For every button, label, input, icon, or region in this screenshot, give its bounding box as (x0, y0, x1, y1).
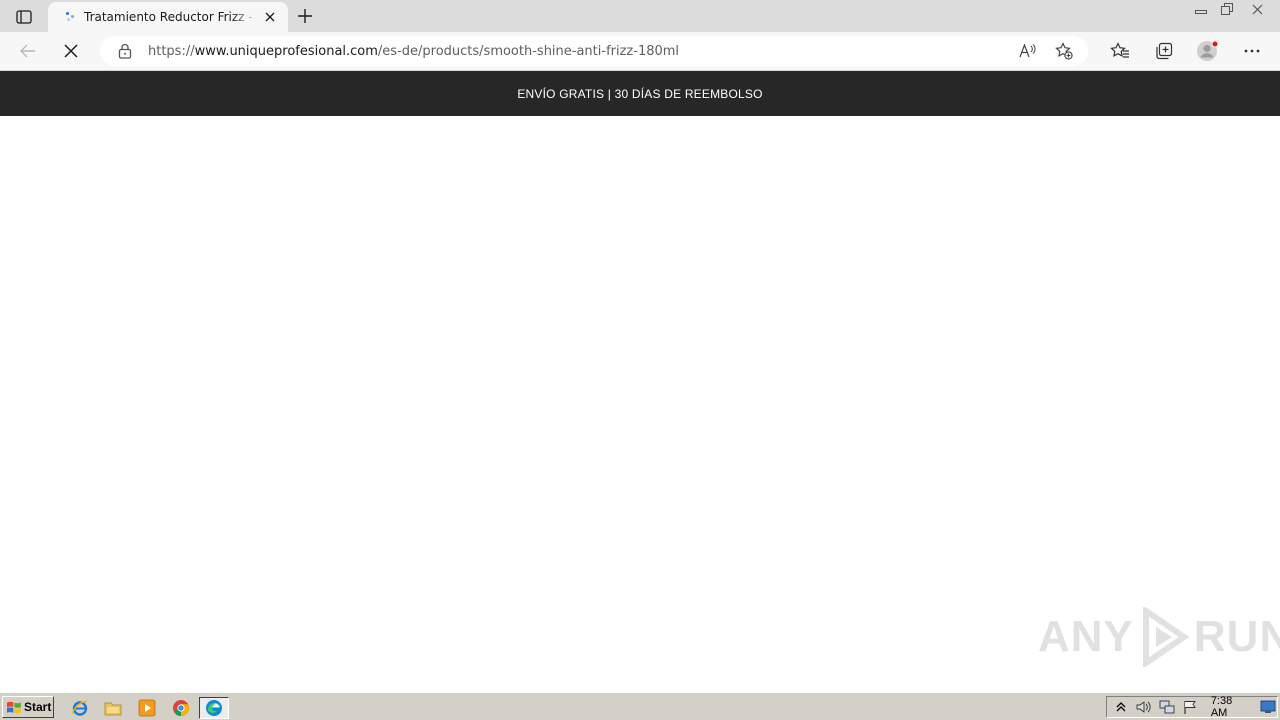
watermark-left-text: ANY (1038, 612, 1134, 661)
tab-title: Tratamiento Reductor Frizz - Smooth Shin… (84, 10, 258, 24)
show-hidden-icon[interactable] (1112, 698, 1130, 716)
favorites-icon[interactable] (1106, 38, 1134, 64)
lock-icon[interactable] (118, 43, 132, 59)
active-tab[interactable]: Tratamiento Reductor Frizz - Smooth Shin… (48, 2, 288, 32)
window-controls (1188, 0, 1274, 18)
start-button[interactable]: Start (2, 696, 54, 718)
volume-icon[interactable] (1135, 698, 1153, 716)
anyrun-watermark: ANY RUN (1038, 607, 1280, 667)
back-arrow-icon[interactable] (14, 38, 42, 64)
folder-icon[interactable] (102, 697, 124, 719)
url-scheme: https:// (148, 43, 195, 59)
chrome-icon[interactable] (170, 697, 192, 719)
page-body (0, 116, 1280, 692)
loading-favicon-icon (64, 10, 78, 24)
start-label: Start (24, 700, 52, 714)
windows-logo-icon (7, 701, 21, 713)
tab-strip: Tratamiento Reductor Frizz - Smooth Shin… (0, 0, 1280, 32)
promo-banner: ENVÍO GRATIS | 30 DÍAS DE REEMBOLSO (0, 71, 1280, 116)
collections-icon[interactable] (1150, 38, 1178, 64)
restore-icon[interactable] (1214, 0, 1240, 18)
internet-explorer-icon[interactable] (69, 697, 91, 719)
more-icon[interactable] (1238, 38, 1266, 64)
flag-icon[interactable] (1181, 698, 1199, 716)
read-aloud-icon[interactable] (1014, 40, 1042, 62)
url-text[interactable]: https://www.uniqueprofesional.com/es-de/… (148, 44, 679, 59)
url-path: /es-de/products/smooth-shine-anti-frizz-… (377, 43, 680, 59)
show-desktop-icon[interactable] (1259, 698, 1277, 716)
url-host: www.uniqueprofesional.com (194, 43, 378, 59)
minimize-icon[interactable] (1188, 0, 1214, 18)
clock[interactable]: 7:38 AM (1211, 695, 1251, 719)
stop-loading-icon[interactable] (57, 38, 85, 64)
watermark-play-icon (1142, 607, 1190, 667)
browser-toolbar: https://www.uniqueprofesional.com/es-de/… (0, 32, 1280, 71)
promo-banner-text: ENVÍO GRATIS | 30 DÍAS DE REEMBOLSO (517, 86, 763, 101)
profile-avatar-icon[interactable] (1194, 38, 1222, 64)
tab-actions-icon[interactable] (10, 6, 38, 28)
system-tray: 7:38 AM (1106, 695, 1278, 719)
plus-icon[interactable] (294, 5, 316, 27)
add-favorite-icon[interactable] (1050, 40, 1078, 62)
media-player-icon[interactable] (136, 697, 158, 719)
watermark-right-text: RUN (1193, 612, 1280, 661)
window-close-icon[interactable] (1240, 0, 1274, 18)
network-icon[interactable] (1158, 698, 1176, 716)
address-bar[interactable]: https://www.uniqueprofesional.com/es-de/… (100, 36, 1088, 66)
taskbar: Start 7:38 AM (0, 692, 1280, 720)
close-icon[interactable] (262, 9, 278, 25)
edge-icon[interactable] (199, 697, 229, 719)
